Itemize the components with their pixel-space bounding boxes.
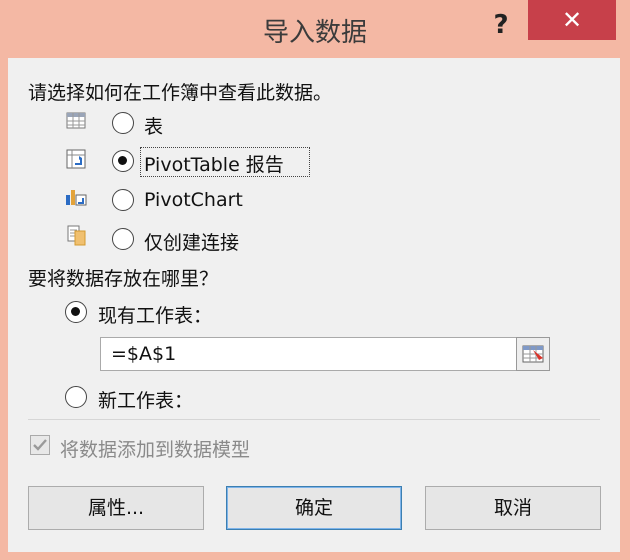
close-button[interactable]: ✕ (528, 0, 616, 40)
view-option-pivottable-radio[interactable] (112, 150, 134, 172)
new-worksheet-label[interactable]: 新工作表： (98, 386, 193, 413)
view-prompt: 请选择如何在工作簿中查看此数据。 (28, 82, 333, 104)
help-button[interactable]: ? (484, 6, 518, 44)
separator (28, 419, 600, 420)
title-bar: 导入数据 ? ✕ (0, 0, 630, 58)
cancel-button[interactable]: 取消 (425, 486, 601, 530)
view-option-connection-label[interactable]: 仅创建连接 (144, 228, 239, 255)
data-model-checkbox[interactable] (30, 435, 50, 455)
view-option-pivottable-label[interactable]: PivotTable 报告 (144, 150, 284, 177)
view-option-pivotchart-label[interactable]: PivotChart (144, 189, 243, 211)
pivotchart-icon (66, 190, 87, 206)
view-option-connection-radio[interactable] (112, 228, 134, 250)
view-option-table-label[interactable]: 表 (144, 112, 163, 139)
location-prompt: 要将数据存放在哪里？ (28, 268, 219, 290)
reference-value: =$A$1 (111, 343, 177, 365)
pivottable-icon (66, 149, 86, 169)
data-model-label: 将数据添加到数据模型 (60, 439, 251, 461)
existing-worksheet-radio[interactable] (65, 301, 87, 323)
properties-button[interactable]: 属性... (28, 486, 204, 530)
view-option-table-radio[interactable] (112, 112, 134, 134)
table-icon (66, 112, 86, 129)
existing-worksheet-label[interactable]: 现有工作表： (98, 301, 212, 328)
ok-button[interactable]: 确定 (226, 486, 402, 530)
connection-icon (67, 225, 86, 246)
checkmark-icon (33, 439, 47, 451)
reference-input[interactable]: =$A$1 (100, 337, 550, 371)
view-option-pivotchart-radio[interactable] (112, 189, 134, 211)
new-worksheet-radio[interactable] (65, 386, 87, 408)
import-data-dialog: 导入数据 ? ✕ 请选择如何在工作簿中查看此数据。 表 PivotTable 报… (0, 0, 630, 560)
dialog-body: 请选择如何在工作簿中查看此数据。 表 PivotTable 报告 PivotCh… (8, 58, 620, 552)
range-picker-button[interactable] (516, 337, 550, 371)
range-picker-icon (522, 345, 544, 363)
